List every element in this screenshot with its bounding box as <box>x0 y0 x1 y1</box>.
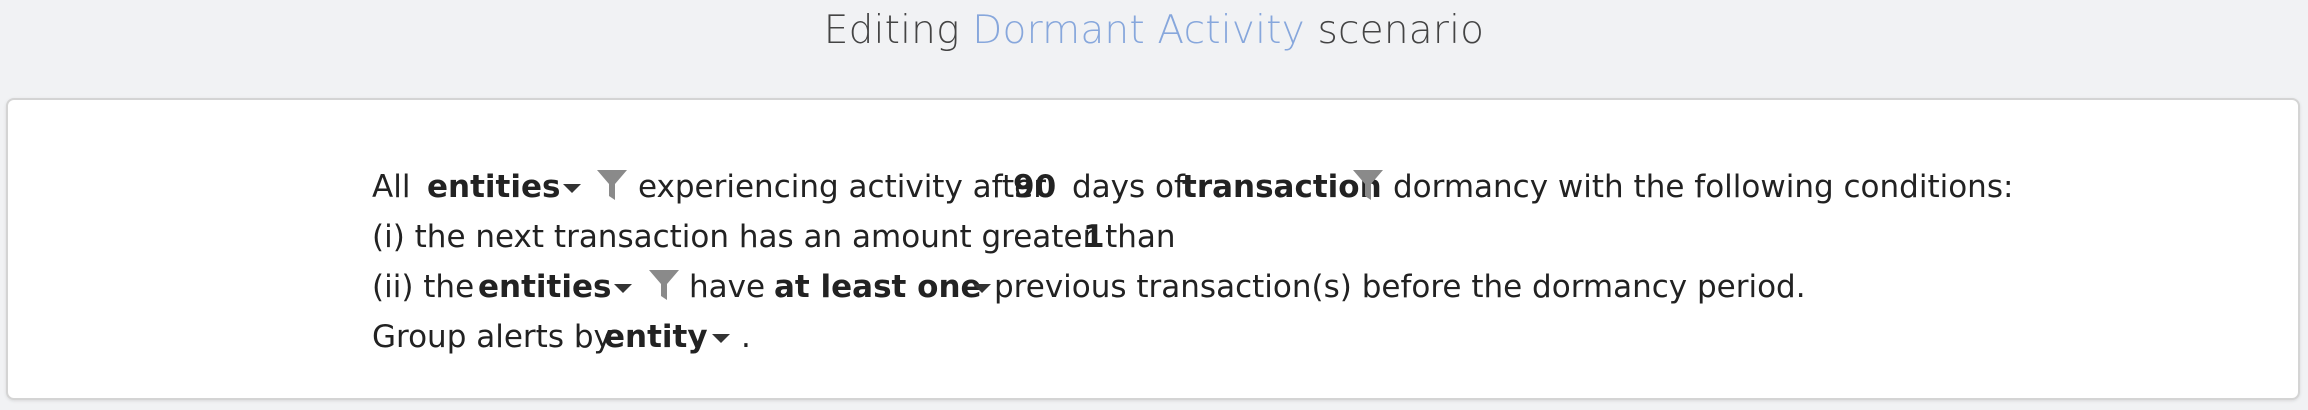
text-period: . <box>741 319 751 355</box>
filter-icon[interactable] <box>1352 168 1384 202</box>
days-value[interactable]: 90 <box>1013 162 1056 212</box>
entity-type-dropdown[interactable]: entities <box>427 162 587 212</box>
scenario-statement: All entities experiencing activity after… <box>372 162 2252 362</box>
chevron-down-icon <box>973 284 991 293</box>
text-dormancy-conditions: dormancy with the following conditions: <box>1393 169 2014 205</box>
text-days-of: days of <box>1072 169 1185 205</box>
text-group-alerts-by: Group alerts by <box>372 319 612 355</box>
statement-line-3: (ii) the entities have at least one prev… <box>372 262 2252 312</box>
scenario-name: Dormant Activity <box>972 8 1305 53</box>
filter-icon[interactable] <box>648 268 680 302</box>
quantifier-dropdown[interactable]: at least one <box>774 262 994 312</box>
chevron-down-icon <box>563 184 581 193</box>
text-all: All <box>372 169 411 205</box>
title-prefix: Editing <box>823 8 960 53</box>
text-ii-the: (ii) the <box>372 269 475 305</box>
group-by-value: entity <box>604 319 708 355</box>
scenario-editor-panel: All entities experiencing activity after… <box>6 98 2300 400</box>
statement-line-4: Group alerts by entity . <box>372 312 2252 362</box>
text-experiencing-activity: experiencing activity after <box>638 169 1046 205</box>
quantifier-value: at least one <box>774 269 982 305</box>
group-by-dropdown[interactable]: entity <box>604 312 744 362</box>
page-title: Editing Dormant Activity scenario <box>0 0 2308 64</box>
text-previous-transactions: previous transaction(s) before the dorma… <box>994 269 1806 305</box>
amount-value[interactable]: 1 <box>1083 212 1105 262</box>
entity-type-dropdown-2[interactable]: entities <box>478 262 638 312</box>
text-have: have <box>689 269 766 305</box>
filter-icon[interactable] <box>596 168 628 202</box>
chevron-down-icon <box>712 334 730 343</box>
text-next-transaction-amount: (i) the next transaction has an amount g… <box>372 219 1176 255</box>
statement-line-2: (i) the next transaction has an amount g… <box>372 212 2252 262</box>
entity-type-value: entities <box>427 169 561 205</box>
entity-type-value-2: entities <box>478 269 612 305</box>
statement-line-1: All entities experiencing activity after… <box>372 162 2252 212</box>
title-suffix: scenario <box>1317 8 1485 53</box>
chevron-down-icon <box>614 284 632 293</box>
